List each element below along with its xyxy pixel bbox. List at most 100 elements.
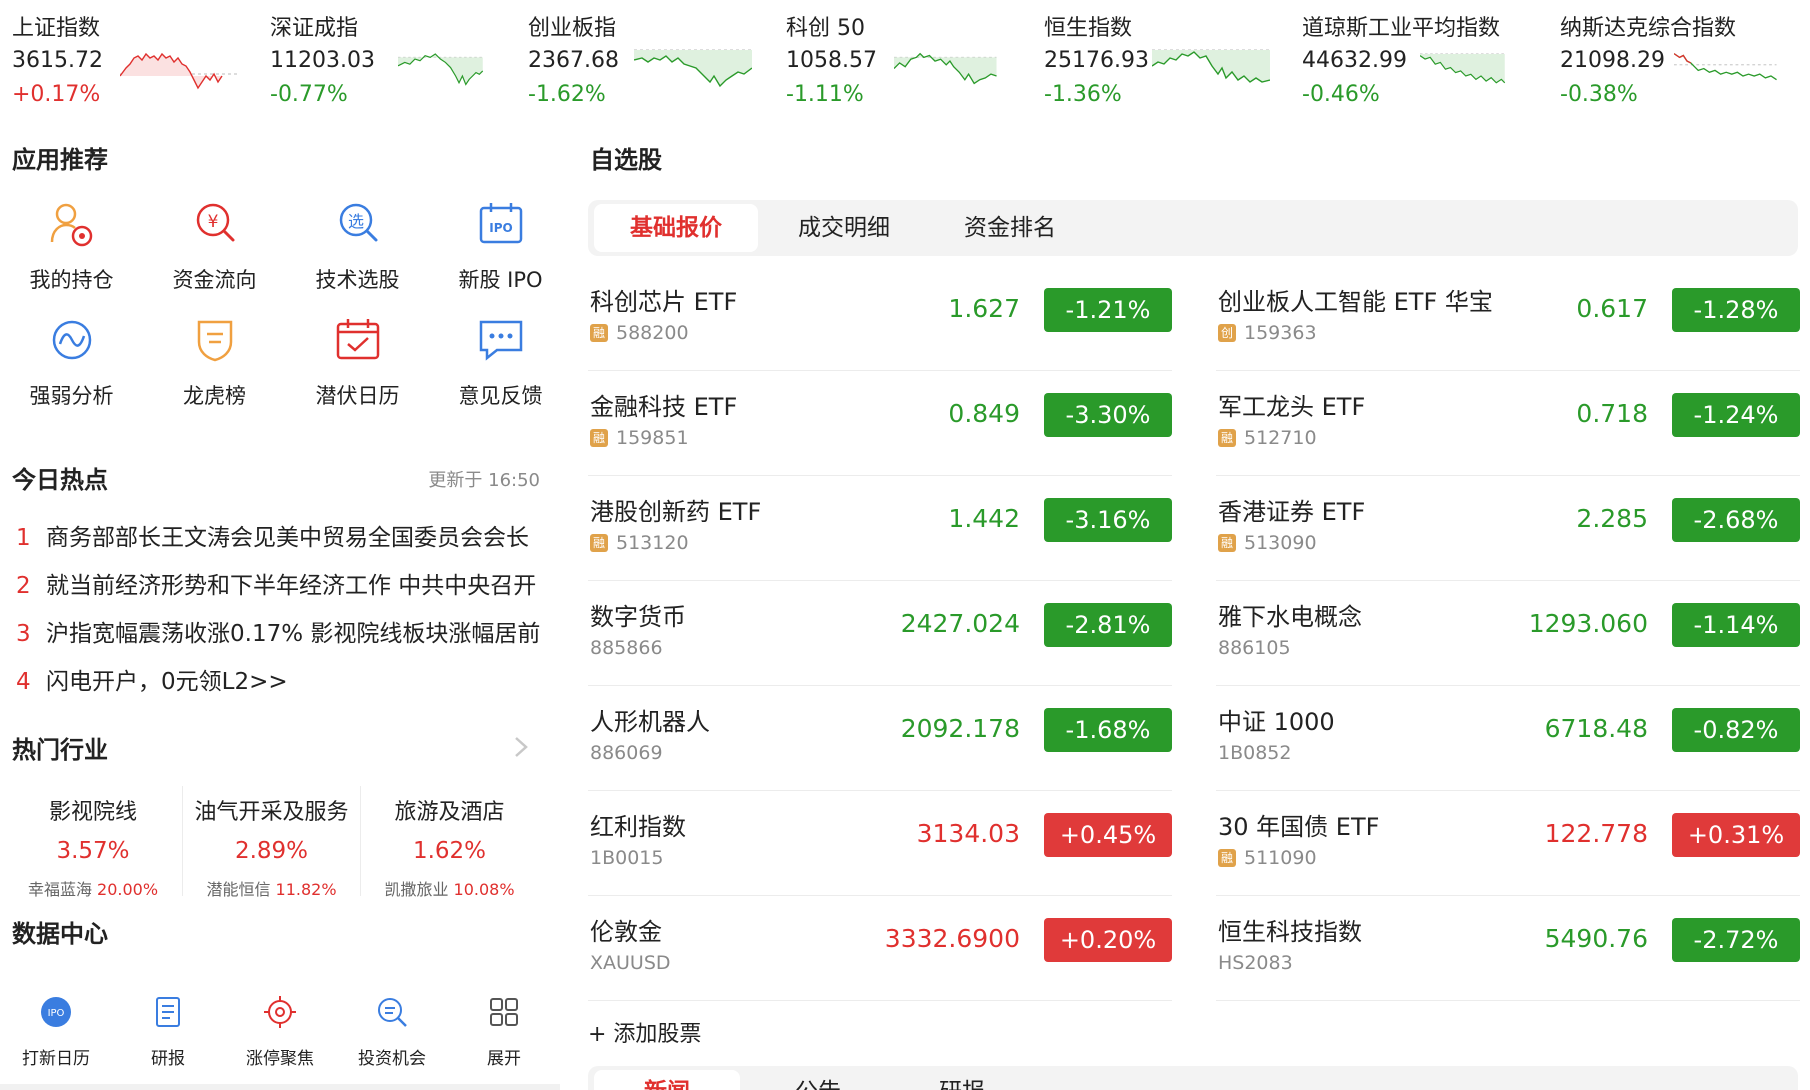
stock-code-line: 融 513090 [1218,532,1317,554]
stock-code: 886069 [590,742,663,764]
industry-name: 影视院线 [48,800,137,825]
stock-code-line: 融 588200 [590,322,689,344]
watchlist-row[interactable]: 恒生科技指数 HS2083 5490.76 -2.72% [1216,896,1800,1001]
watchlist-panel: 自选股 基础报价 成交明细 资金排名 科创芯片 ETF 融 588200 1.62… [586,128,1800,1090]
app-calendar[interactable]: 潜伏日历 [286,304,429,424]
watchlist-row[interactable]: 数字货币 885866 2427.024 -2.81% [588,581,1172,686]
stock-name: 雅下水电概念 [1218,603,1362,631]
watchlist-row[interactable]: 科创芯片 ETF 融 588200 1.627 -1.21% [588,266,1172,371]
tab-fund-rank[interactable]: 资金排名 [930,204,1090,252]
watchlist-row[interactable]: 中证 1000 1B0852 6718.48 -0.82% [1216,686,1800,791]
index-card-sz[interactable]: 深证成指 11203.03 -0.77% [258,0,516,120]
news-rank: 4 [16,669,31,695]
tab-basic-quote[interactable]: 基础报价 [594,204,758,252]
watchlist-row[interactable]: 香港证券 ETF 融 513090 2.285 -2.68% [1216,476,1800,581]
stock-code: 512710 [1244,427,1317,449]
tab-research[interactable]: 研报 [892,1070,1032,1090]
news-item[interactable]: 2 就当前经济形势和下半年经济工作 中共中央召开 [16,566,541,606]
dc-expand[interactable]: 展开 [448,986,560,1086]
index-card-dji[interactable]: 道琼斯工业平均指数 44632.99 -0.46% [1290,0,1548,120]
stock-code-line: 1B0852 [1218,742,1291,764]
app-money-flow[interactable]: ¥ 资金流向 [143,188,286,308]
industry-card[interactable]: 旅游及酒店 1.62% 凯撒旅业 10.08% [360,786,538,899]
industry-card[interactable]: 影视院线 3.57% 幸福蓝海 20.00% [4,786,182,899]
dc-invest-opportunity[interactable]: 投资机会 [336,986,448,1086]
index-name: 道琼斯工业平均指数 [1302,16,1501,41]
ipo-calendar-icon: IPO [479,203,522,244]
index-card-sh[interactable]: 上证指数 3615.72 +0.17% [0,0,258,120]
watchlist-row[interactable]: 雅下水电概念 886105 1293.060 -1.14% [1216,581,1800,686]
app-strength-analysis[interactable]: 强弱分析 [0,304,143,424]
chevron-right-icon[interactable] [510,732,532,762]
index-sparkline [634,49,752,88]
watchlist-row[interactable]: 创业板人工智能 ETF 华宝 创 159363 0.617 -1.28% [1216,266,1800,371]
watchlist-row[interactable]: 30 年国债 ETF 融 511090 122.778 +0.31% [1216,791,1800,896]
dc-ipo-calendar[interactable]: IPO 打新日历 [0,986,112,1086]
index-card-cyb[interactable]: 创业板指 2367.68 -1.62% [516,0,774,120]
stock-code-line: 融 511090 [1218,847,1317,869]
stock-change-pill: -1.28% [1672,288,1800,332]
index-card-hsi[interactable]: 恒生指数 25176.93 -1.36% [1032,0,1290,120]
index-change: +0.17% [12,82,101,107]
news-rank: 3 [16,621,31,647]
tab-trade-detail[interactable]: 成交明细 [764,204,924,252]
margin-badge: 融 [1218,534,1236,552]
stock-change-pill: -3.30% [1044,393,1172,437]
app-feedback[interactable]: 意见反馈 [429,304,572,424]
stock-code-line: 886069 [590,742,663,764]
industry-card[interactable]: 油气开采及服务 2.89% 潜能恒信 11.82% [182,786,360,899]
news-item[interactable]: 1 商务部部长王文涛会见美中贸易全国委员会会长 [16,518,541,558]
watchlist-row[interactable]: 红利指数 1B0015 3134.03 +0.45% [588,791,1172,896]
app-tech-pick[interactable]: 选 技术选股 [286,188,429,308]
app-label: 龙虎榜 [183,384,246,408]
app-my-position[interactable]: 我的持仓 [0,188,143,308]
stock-code-line: 885866 [590,637,663,659]
watchlist-row[interactable]: 军工龙头 ETF 融 512710 0.718 -1.24% [1216,371,1800,476]
stock-code-line: 1B0015 [590,847,663,869]
stock-change-pill: -2.68% [1672,498,1800,542]
app-dragon-tiger[interactable]: 龙虎榜 [143,304,286,424]
watchlist-row[interactable]: 港股创新药 ETF 融 513120 1.442 -3.16% [588,476,1172,581]
hot-industry-header[interactable]: 热门行业 [0,728,560,772]
index-card-kc50[interactable]: 科创 50 1058.57 -1.11% [774,0,1032,120]
index-sparkline [120,52,238,90]
tab-announcement[interactable]: 公告 [748,1070,888,1090]
news-item[interactable]: 4 闪电开户，0元领L2>> [16,662,541,702]
index-change: -0.46% [1302,82,1380,107]
apps-section-title: 应用推荐 [12,146,108,174]
index-price: 2367.68 [528,48,619,73]
dc-report[interactable]: 研报 [112,986,224,1086]
leader-name: 幸福蓝海 [27,880,92,899]
watchlist-row[interactable]: 伦敦金 XAUUSD 3332.6900 +0.20% [588,896,1172,1001]
dc-limit-up[interactable]: 涨停聚焦 [224,986,336,1086]
margin-badge: 融 [590,324,608,342]
watchlist-title: 自选股 [590,146,662,174]
index-card-ixic[interactable]: 纳斯达克综合指数 21098.29 -0.38% [1548,0,1806,120]
news-item[interactable]: 3 沪指宽幅震荡收涨0.17% 影视院线板块涨幅居前 [16,614,541,654]
leader-name: 潜能恒信 [206,880,271,899]
index-sparkline [1674,53,1777,81]
stock-name: 科创芯片 ETF [590,288,738,316]
stock-code-line: 融 513120 [590,532,689,554]
index-change: -1.62% [528,82,606,107]
leader-pct: 11.82% [275,880,337,899]
app-label: 资金流向 [172,268,257,292]
stock-change-pill: -3.16% [1044,498,1172,542]
tab-news[interactable]: 新闻 [594,1070,740,1090]
watchlist-row[interactable]: 人形机器人 886069 2092.178 -1.68% [588,686,1172,791]
index-sparkline [1420,53,1506,84]
stock-price: 1.442 [948,504,1020,533]
add-stock-button[interactable]: + 添加股票 [588,1016,701,1048]
stock-code: 513090 [1244,532,1317,554]
index-change: -0.38% [1560,82,1638,107]
watchlist-row[interactable]: 金融科技 ETF 融 159851 0.849 -3.30% [588,371,1172,476]
app-new-ipo[interactable]: IPO 新股 IPO [429,188,572,308]
stock-change-pill: -1.21% [1044,288,1172,332]
stock-price: 1.627 [948,294,1020,323]
margin-badge: 融 [590,429,608,447]
svg-text:IPO: IPO [489,221,512,235]
stock-code: 885866 [590,637,663,659]
stock-name: 金融科技 ETF [590,393,738,421]
stock-price: 122.778 [1544,819,1648,848]
stock-price: 2427.024 [900,609,1020,638]
